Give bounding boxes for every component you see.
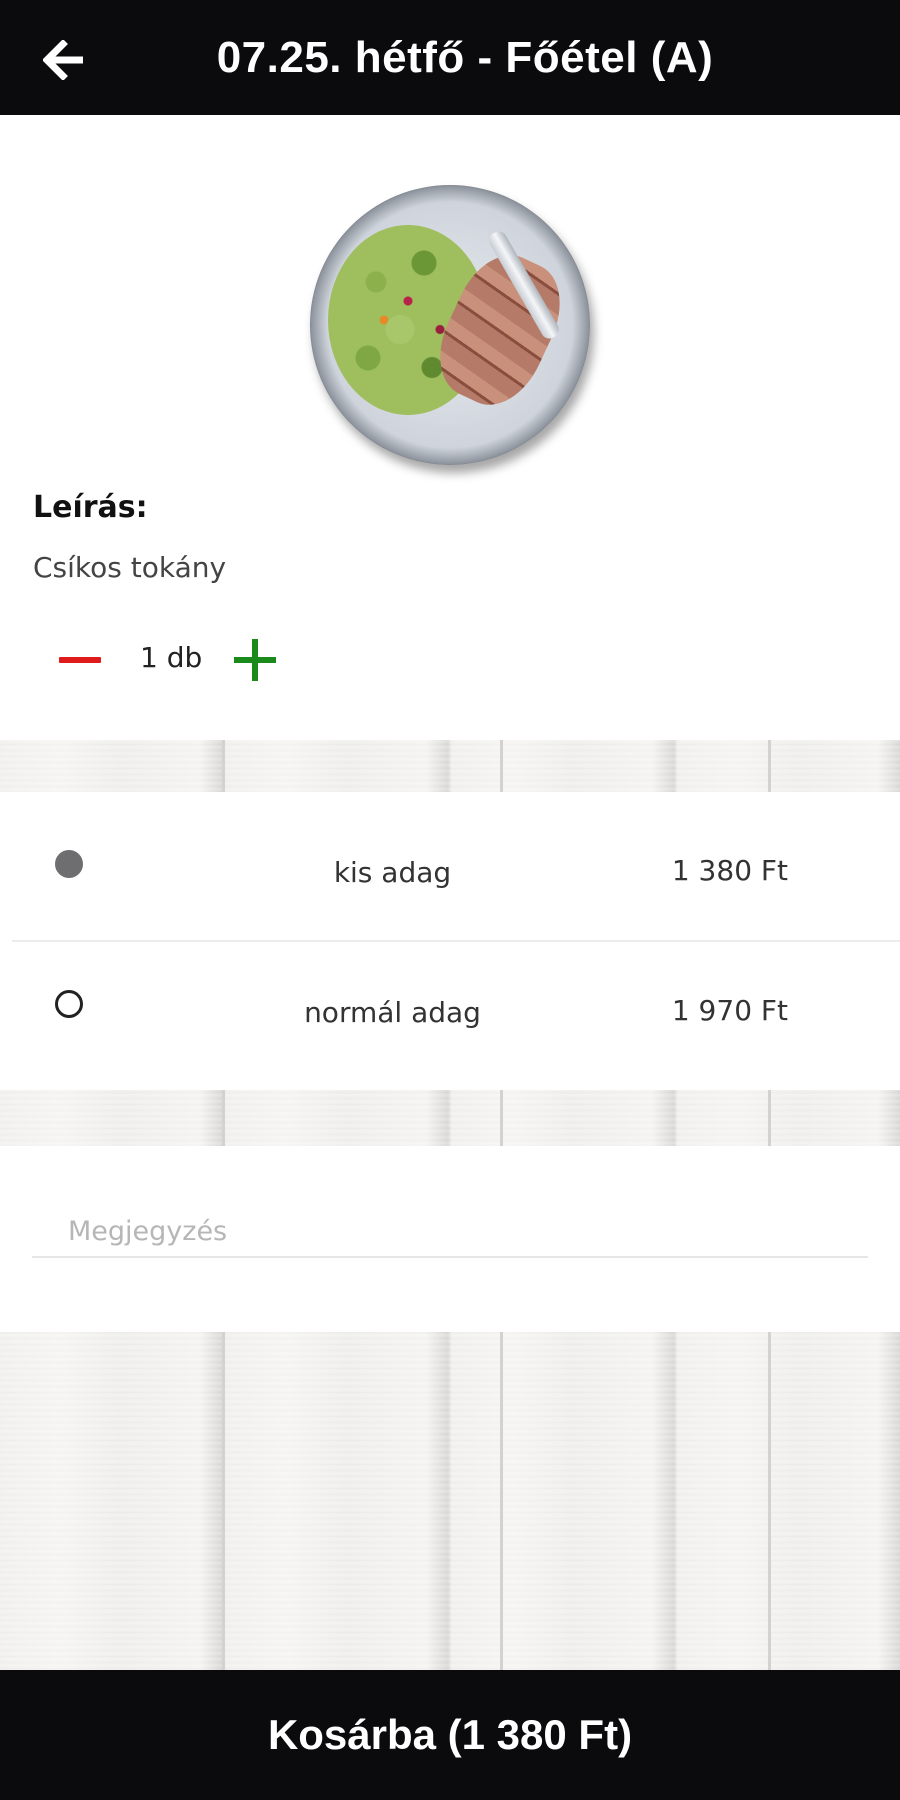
add-to-cart-button[interactable]: Kosárba (1 380 Ft)	[0, 1670, 900, 1800]
minus-icon	[59, 657, 101, 663]
portion-price: 1 970 Ft	[671, 994, 788, 1027]
note-card	[0, 1146, 900, 1332]
portion-option-small[interactable]: kis adag 1 380 Ft	[0, 792, 900, 932]
page-title: 07.25. hétfő - Főétel (A)	[216, 32, 714, 82]
portion-name: normál adag	[304, 996, 481, 1029]
add-to-cart-label: Kosárba (1 380 Ft)	[267, 1711, 633, 1758]
quantity-value: 1 db	[140, 641, 203, 674]
description-label: Leírás:	[33, 490, 148, 525]
portion-name: kis adag	[333, 856, 452, 889]
dish-details-card: Leírás: Csíkos tokány 1 db	[0, 115, 900, 740]
portion-options: kis adag 1 380 Ft normál adag 1 970 Ft	[0, 792, 900, 1090]
food-plate-icon	[310, 185, 590, 465]
increase-quantity-button[interactable]	[228, 633, 282, 687]
portion-price: 1 380 Ft	[671, 854, 788, 887]
portion-option-normal[interactable]: normál adag 1 970 Ft	[0, 942, 900, 1082]
note-input[interactable]	[32, 1206, 868, 1258]
top-app-bar: 07.25. hétfő - Főétel (A)	[0, 0, 900, 115]
back-button[interactable]	[30, 25, 100, 95]
quantity-stepper: 1 db	[40, 625, 300, 695]
decrease-quantity-button[interactable]	[50, 640, 110, 680]
arrow-left-icon	[43, 40, 83, 80]
description-text: Csíkos tokány	[33, 551, 227, 584]
